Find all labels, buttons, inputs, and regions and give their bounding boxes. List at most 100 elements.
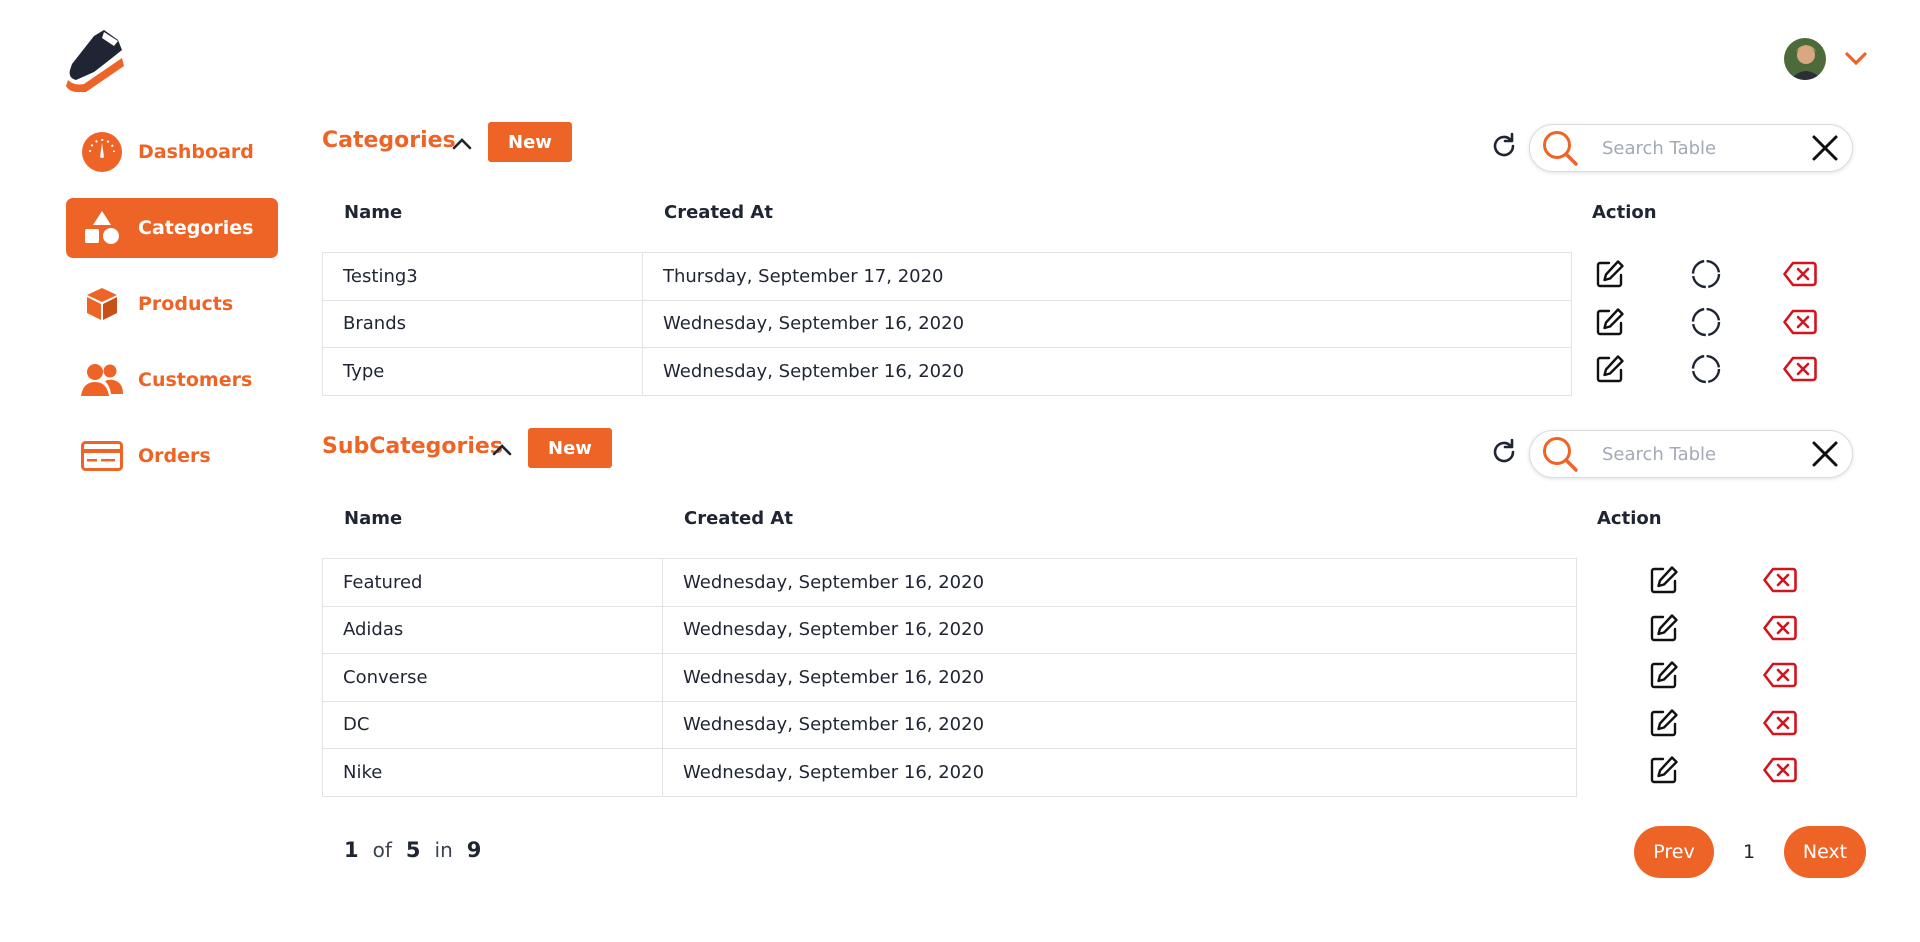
table-row[interactable]: Brands Wednesday, September 16, 2020 <box>322 299 1572 348</box>
cell-created: Wednesday, September 16, 2020 <box>662 605 1577 654</box>
brand-logo <box>64 28 126 93</box>
categories-table: Testing3 Thursday, September 17, 2020 Br… <box>322 252 1572 396</box>
sidebar-item-customers[interactable]: Customers <box>66 350 278 410</box>
total-pages: 5 <box>405 838 421 862</box>
categories-actions <box>1592 252 1854 395</box>
chevron-up-icon[interactable] <box>448 130 476 158</box>
column-header-created[interactable]: Created At <box>684 508 793 529</box>
subcategories-actions <box>1602 558 1852 796</box>
edit-icon[interactable] <box>1592 304 1628 340</box>
pagination-controls: Prev 1 Next <box>1634 826 1866 878</box>
subcategories-search <box>1529 430 1853 478</box>
search-input[interactable] <box>1602 137 1792 159</box>
edit-icon[interactable] <box>1646 705 1682 741</box>
cell-created: Thursday, September 17, 2020 <box>642 252 1572 301</box>
pagination-info: 1 of 5 in 9 <box>344 838 481 862</box>
section-title: SubCategories <box>322 434 503 459</box>
cell-name: Adidas <box>322 605 663 654</box>
cell-created: Wednesday, September 16, 2020 <box>662 653 1577 702</box>
cell-name: Brands <box>322 299 643 348</box>
table-row[interactable]: Featured Wednesday, September 16, 2020 <box>322 558 1577 607</box>
edit-icon[interactable] <box>1646 657 1682 693</box>
refresh-icon[interactable] <box>1487 129 1521 163</box>
cell-created: Wednesday, September 16, 2020 <box>662 748 1577 797</box>
delete-icon[interactable] <box>1762 610 1798 646</box>
table-header: Name Created At Action <box>322 198 1854 232</box>
prev-button[interactable]: Prev <box>1634 826 1714 878</box>
sidebar: Dashboard Categories Products Customers … <box>66 122 278 502</box>
refresh-icon[interactable] <box>1487 435 1521 469</box>
search-icon <box>1538 432 1582 476</box>
delete-icon[interactable] <box>1782 304 1818 340</box>
cell-created: Wednesday, September 16, 2020 <box>662 700 1577 749</box>
clear-search-icon[interactable] <box>1806 129 1844 167</box>
subcategories-section: SubCategories New Name Created At Action… <box>322 428 1854 797</box>
column-header-created[interactable]: Created At <box>664 202 773 223</box>
next-button[interactable]: Next <box>1784 826 1866 878</box>
cell-created: Wednesday, September 16, 2020 <box>642 299 1572 348</box>
subcategories-table: Featured Wednesday, September 16, 2020 A… <box>322 558 1577 797</box>
users-icon <box>80 358 124 402</box>
cell-created: Wednesday, September 16, 2020 <box>662 558 1577 607</box>
user-menu[interactable] <box>1784 38 1870 80</box>
search-icon <box>1538 126 1582 170</box>
cell-name: Nike <box>322 748 663 797</box>
total-items: 9 <box>466 838 482 862</box>
sidebar-item-label: Orders <box>138 445 211 467</box>
sidebar-item-dashboard[interactable]: Dashboard <box>66 122 278 182</box>
sidebar-item-label: Products <box>138 293 234 315</box>
column-header-name[interactable]: Name <box>344 202 402 223</box>
table-row[interactable]: Testing3 Thursday, September 17, 2020 <box>322 252 1572 301</box>
table-row[interactable]: Converse Wednesday, September 16, 2020 <box>322 653 1577 702</box>
shapes-icon <box>80 206 124 250</box>
cell-name: Testing3 <box>322 252 643 301</box>
table-row[interactable]: Adidas Wednesday, September 16, 2020 <box>322 605 1577 654</box>
box-icon <box>80 282 124 326</box>
cell-name: DC <box>322 700 663 749</box>
sidebar-item-products[interactable]: Products <box>66 274 278 334</box>
edit-icon[interactable] <box>1646 562 1682 598</box>
chevron-down-icon[interactable] <box>1842 45 1870 73</box>
new-subcategory-button[interactable]: New <box>528 428 612 468</box>
cell-created: Wednesday, September 16, 2020 <box>642 347 1572 396</box>
sidebar-item-categories[interactable]: Categories <box>66 198 278 258</box>
column-header-action: Action <box>1592 202 1657 223</box>
chevron-up-icon[interactable] <box>488 436 516 464</box>
column-header-name[interactable]: Name <box>344 508 402 529</box>
edit-icon[interactable] <box>1592 256 1628 292</box>
toggle-status-icon[interactable] <box>1688 256 1724 292</box>
page-number[interactable]: 1 <box>1714 841 1784 863</box>
edit-icon[interactable] <box>1592 351 1628 387</box>
delete-icon[interactable] <box>1782 351 1818 387</box>
sidebar-item-orders[interactable]: Orders <box>66 426 278 486</box>
delete-icon[interactable] <box>1762 657 1798 693</box>
table-row[interactable]: Nike Wednesday, September 16, 2020 <box>322 748 1577 797</box>
credit-card-icon <box>80 434 124 478</box>
delete-icon[interactable] <box>1782 256 1818 292</box>
delete-icon[interactable] <box>1762 705 1798 741</box>
of-label: of <box>372 838 392 862</box>
table-row[interactable]: DC Wednesday, September 16, 2020 <box>322 700 1577 749</box>
sidebar-item-label: Customers <box>138 369 253 391</box>
table-row[interactable]: Type Wednesday, September 16, 2020 <box>322 347 1572 396</box>
cell-name: Featured <box>322 558 663 607</box>
clear-search-icon[interactable] <box>1806 435 1844 473</box>
toggle-status-icon[interactable] <box>1688 351 1724 387</box>
edit-icon[interactable] <box>1646 752 1682 788</box>
user-avatar[interactable] <box>1784 38 1826 80</box>
categories-search <box>1529 124 1853 172</box>
delete-icon[interactable] <box>1762 752 1798 788</box>
cell-name: Type <box>322 347 643 396</box>
column-header-action: Action <box>1597 508 1662 529</box>
new-category-button[interactable]: New <box>488 122 572 162</box>
cell-name: Converse <box>322 653 663 702</box>
sidebar-item-label: Categories <box>138 217 254 239</box>
section-title: Categories <box>322 128 456 153</box>
edit-icon[interactable] <box>1646 610 1682 646</box>
toggle-status-icon[interactable] <box>1688 304 1724 340</box>
table-header: Name Created At Action <box>322 504 1854 538</box>
gauge-icon <box>80 130 124 174</box>
current-page: 1 <box>344 838 359 862</box>
delete-icon[interactable] <box>1762 562 1798 598</box>
search-input[interactable] <box>1602 443 1792 465</box>
